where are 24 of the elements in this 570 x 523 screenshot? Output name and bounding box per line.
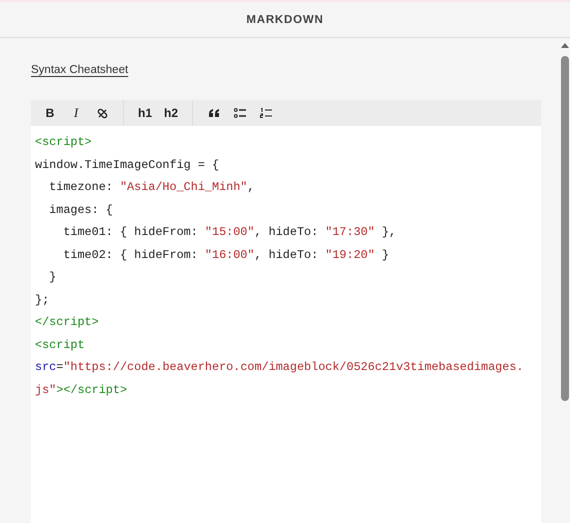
code-line: src="https://code.beaverhero.com/imageblock/0526c21v3timebasedimages. [35, 359, 524, 376]
heading-button[interactable]: h2 [158, 100, 184, 126]
italic-button[interactable]: I [63, 100, 89, 126]
code-line: <script> [35, 134, 93, 151]
code-line: js"></script> [35, 382, 128, 398]
scrollbar-thumb[interactable] [561, 56, 569, 401]
cheatsheet-link[interactable]: Syntax Cheatsheet [31, 64, 128, 76]
numbered-list-icon [260, 108, 272, 118]
heading-button[interactable]: h1 [132, 100, 158, 126]
code-line: window.TimeImageConfig = { [35, 156, 220, 174]
bold-button[interactable]: B [37, 100, 63, 126]
code-line: <script [35, 336, 86, 354]
quote-icon [208, 109, 220, 117]
panel-title: MARKDOWN [246, 14, 324, 26]
code-line: time02: { hideFrom: "16:00", hideTo: "19:20" } [62, 246, 390, 264]
link-icon [96, 108, 108, 118]
code-line: images: { [48, 202, 114, 218]
code-line: timezone: "Asia/Ho_Chi_Minh", [48, 179, 256, 196]
scroll-up-icon[interactable] [561, 42, 569, 48]
code-line: } [48, 269, 58, 286]
code-line: time01: { hideFrom: "15:00", hideTo: "17:30" }, [62, 224, 398, 241]
code-line: }; [35, 292, 50, 308]
code-line: </script> [35, 314, 100, 331]
bullet-list-icon [234, 108, 246, 118]
